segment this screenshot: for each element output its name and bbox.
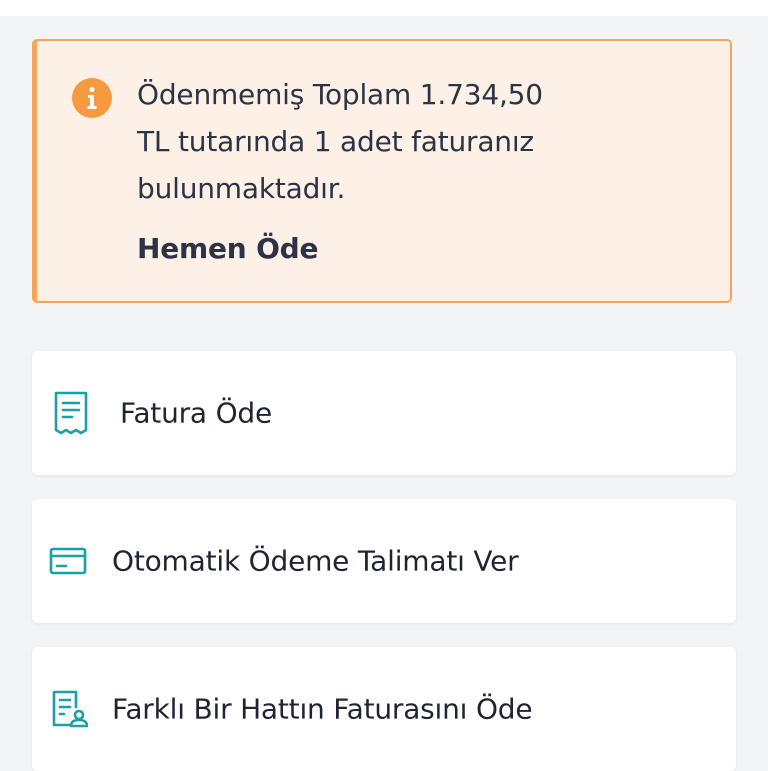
info-icon <box>72 78 112 118</box>
pay-now-link[interactable]: Hemen Öde <box>137 232 319 265</box>
unpaid-bill-alert: Ödenmemiş Toplam 1.734,50 TL tutarında 1… <box>32 39 732 303</box>
auto-payment-button[interactable]: Otomatik Ödeme Talimatı Ver <box>32 499 736 623</box>
auto-payment-label: Otomatik Ödeme Talimatı Ver <box>112 544 519 578</box>
alert-message-line: bulunmaktadır. <box>137 172 346 205</box>
pay-other-line-bill-button[interactable]: Farklı Bir Hattın Faturasını Öde <box>32 647 736 771</box>
receipt-icon <box>52 390 90 436</box>
credit-card-icon <box>49 547 87 575</box>
pay-bill-label: Fatura Öde <box>120 396 273 430</box>
top-bar <box>0 0 768 16</box>
alert-message: Ödenmemiş Toplam 1.734,50 TL tutarında 1… <box>137 71 597 212</box>
alert-message-line: Ödenmemiş Toplam 1.734,50 <box>137 78 543 111</box>
pay-other-line-bill-label: Farklı Bir Hattın Faturasını Öde <box>112 692 533 726</box>
alert-message-line: TL tutarında 1 adet faturanız <box>137 125 534 158</box>
pay-bill-button[interactable]: Fatura Öde <box>32 351 736 475</box>
document-user-icon <box>50 689 88 729</box>
